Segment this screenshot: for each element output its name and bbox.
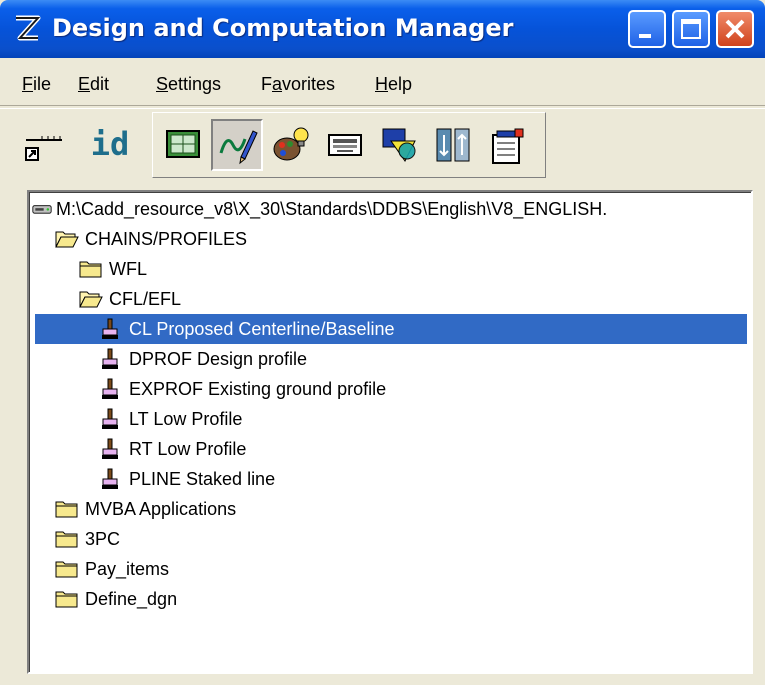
tree-item-mvba[interactable]: MVBA Applications — [55, 494, 236, 524]
toolbar: id — [18, 112, 548, 178]
keyboard-icon — [328, 134, 362, 156]
id-icon: id — [90, 125, 130, 163]
toolbar-separator — [0, 105, 765, 109]
item-icon — [102, 378, 118, 399]
palette-icon — [273, 127, 309, 161]
item-icon — [102, 438, 118, 459]
minimize-icon — [639, 34, 651, 38]
menu-favorites-mnemonic: a — [272, 74, 283, 94]
drive-icon — [32, 205, 52, 214]
menu-favorites-label: vorites — [282, 74, 336, 94]
tree-item-label: DPROF Design profile — [129, 348, 308, 369]
folder-icon — [55, 531, 78, 548]
properties-icon — [492, 128, 524, 164]
menu-file-label: ile — [33, 74, 52, 94]
graphics-panel-button[interactable] — [157, 119, 209, 171]
id-button[interactable]: id — [80, 118, 140, 170]
tree-item-label: CFL/EFL — [109, 288, 182, 309]
maximize-icon — [681, 19, 701, 39]
menu-help-label: elp — [388, 74, 413, 94]
menu-favorites[interactable]: Favorites — [261, 74, 335, 95]
item-icon — [102, 408, 118, 429]
tree-item-label: CL Proposed Centerline/Baseline — [129, 318, 395, 339]
tree-item-cl[interactable]: CL Proposed Centerline/Baseline — [35, 314, 747, 344]
maximize-button[interactable] — [672, 10, 710, 48]
ruler-icon — [25, 136, 62, 161]
tree-item-chains-profiles[interactable]: CHAINS/PROFILES — [55, 224, 247, 254]
folder-icon — [55, 591, 78, 608]
item-icon — [102, 348, 118, 369]
folder-icon — [79, 261, 102, 278]
folder-icon — [55, 501, 78, 518]
folder-open-icon — [79, 291, 103, 308]
tree-item-wfl[interactable]: WFL — [79, 254, 147, 284]
graphics-panel-icon — [166, 130, 200, 158]
properties-button[interactable] — [481, 119, 533, 171]
keyboard-button[interactable] — [319, 119, 371, 171]
menu-edit-mnemonic: E — [78, 74, 91, 94]
tree-view[interactable]: M:\Cadd_resource_v8\X_30\Standards\DDBS\… — [27, 190, 753, 674]
folder-open-icon — [55, 231, 79, 248]
folder-icon — [55, 561, 78, 578]
tree-item-rt[interactable]: RT Low Profile — [99, 434, 246, 464]
close-icon — [725, 19, 745, 39]
tree-item-pay-items[interactable]: Pay_items — [55, 554, 169, 584]
tree-item-exprof[interactable]: EXPROF Existing ground profile — [99, 374, 386, 404]
tree-item-label: 3PC — [85, 528, 121, 549]
minimize-button[interactable] — [628, 10, 666, 48]
tree-item-label: LT Low Profile — [129, 408, 243, 429]
shapes-icon — [382, 128, 416, 162]
tree-item-pline[interactable]: PLINE Staked line — [99, 464, 275, 494]
menu-settings-mnemonic: S — [156, 74, 169, 94]
tree-item-label: CHAINS/PROFILES — [85, 228, 248, 249]
split-button[interactable] — [427, 119, 479, 171]
menu-help-mnemonic: H — [375, 74, 388, 94]
close-button[interactable] — [716, 10, 754, 48]
tree-item-label: MVBA Applications — [85, 498, 237, 519]
palette-button[interactable] — [265, 119, 317, 171]
title-bar[interactable]: Design and Computation Manager — [0, 0, 765, 58]
split-icon — [436, 128, 470, 162]
menu-edit[interactable]: Edit — [78, 74, 109, 95]
menu-settings-label: ettings — [168, 74, 222, 94]
menu-settings[interactable]: Settings — [156, 74, 221, 95]
item-icon — [102, 318, 118, 339]
tree-item-label: PLINE Staked line — [129, 468, 276, 489]
tree-item-3pc[interactable]: 3PC — [55, 524, 120, 554]
tree-item-cfl-efl[interactable]: CFL/EFL — [79, 284, 181, 314]
dcm-window: Design and Computation Manager File Edit… — [0, 0, 765, 685]
tree-item-label: EXPROF Existing ground profile — [129, 378, 387, 399]
toolbar-group — [152, 112, 546, 178]
tree-item-label: RT Low Profile — [129, 438, 247, 459]
menu-bar: File Edit Settings Favorites Help — [0, 66, 765, 106]
tree-item-label: WFL — [109, 258, 147, 279]
item-icon — [102, 468, 118, 489]
tree-item-dprof[interactable]: DPROF Design profile — [99, 344, 307, 374]
tree-item-lt[interactable]: LT Low Profile — [99, 404, 242, 434]
menu-file[interactable]: File — [22, 74, 51, 95]
app-logo-icon — [16, 15, 41, 41]
tree-root[interactable]: M:\Cadd_resource_v8\X_30\Standards\DDBS\… — [32, 194, 607, 224]
ruler-button[interactable] — [18, 118, 70, 170]
menu-file-mnemonic: F — [22, 74, 33, 94]
tree-root-label: M:\Cadd_resource_v8\X_30\Standards\DDBS\… — [56, 198, 608, 219]
menu-favorites-prefix: F — [261, 74, 272, 94]
menu-edit-label: dit — [90, 74, 110, 94]
menu-help[interactable]: Help — [375, 74, 412, 95]
shapes-button[interactable] — [373, 119, 425, 171]
draw-icon — [219, 130, 258, 165]
tree-item-define-dgn[interactable]: Define_dgn — [55, 584, 177, 614]
draw-button[interactable] — [211, 119, 263, 171]
window-title: Design and Computation Manager — [52, 14, 514, 42]
tree-item-label: Pay_items — [85, 558, 170, 579]
tree-item-label: Define_dgn — [85, 588, 178, 609]
